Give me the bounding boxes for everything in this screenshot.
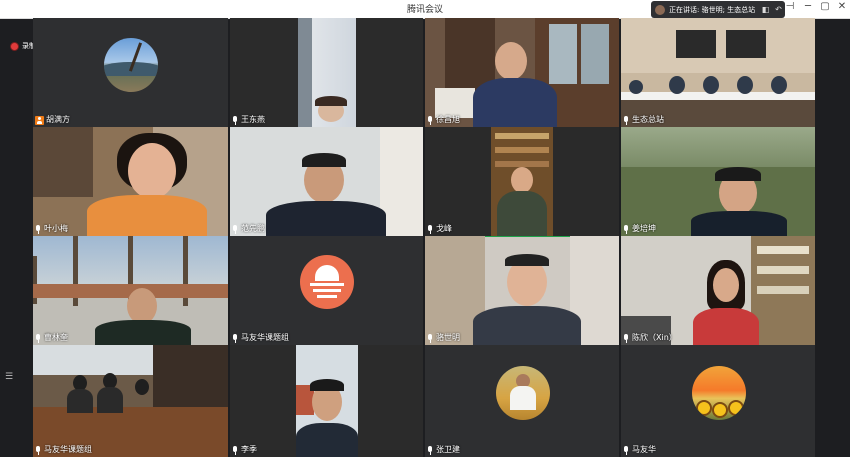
mic-icon (232, 333, 239, 343)
mic-icon (623, 224, 630, 234)
participant-name: 马友华 (623, 445, 656, 455)
participant-list-icon[interactable]: ☰ (5, 372, 13, 382)
participant-tile-active[interactable]: 骆世明 (425, 236, 619, 345)
mic-icon (623, 115, 630, 125)
participant-name: 姜培坤 (623, 224, 656, 234)
user-icon (35, 115, 44, 125)
participant-name: 胡满方 (35, 115, 70, 125)
avatar (300, 255, 354, 309)
participant-tile[interactable]: 姜培坤 (621, 127, 815, 236)
participant-name: 叶小梅 (35, 224, 68, 234)
mic-icon (427, 333, 434, 343)
participant-tile[interactable]: 马友华课题组 (33, 345, 228, 457)
participant-tile[interactable]: 徐昌旭 (425, 18, 619, 127)
participant-tile[interactable]: 李季 (230, 345, 423, 457)
video-grid: 胡满方 王东燕 徐昌旭 生态总站 叶小梅 范先鹏 戈峰 姜培坤 曹林奎 马友华课… (33, 18, 815, 457)
mic-icon (623, 333, 630, 343)
participant-name: 曹林奎 (35, 333, 68, 343)
mic-icon (35, 224, 42, 234)
speaking-indicator: 正在讲话: 骆世明; 生态总站 ◧ ↶ (651, 1, 785, 18)
mic-icon (232, 445, 239, 455)
participant-name: 陈欣（Xin） (623, 333, 677, 343)
participant-name: 张卫建 (427, 445, 460, 455)
minimize-icon[interactable]: ─ (801, 1, 815, 12)
participant-name: 骆世明 (427, 333, 460, 343)
participant-tile[interactable]: 戈峰 (425, 127, 619, 236)
maximize-icon[interactable]: ▢ (818, 1, 832, 12)
participant-tile[interactable]: 范先鹏 (230, 127, 423, 236)
participant-tile[interactable]: 马友华 (621, 345, 815, 457)
speaker-avatar (655, 4, 665, 15)
collapse-arrow-icon[interactable]: ↶ (772, 5, 785, 14)
mic-icon (232, 115, 239, 125)
video-feed (491, 127, 553, 236)
participant-name: 马友华课题组 (35, 445, 92, 455)
participant-tile[interactable]: 张卫建 (425, 345, 619, 457)
participant-name: 李季 (232, 445, 257, 455)
avatar (496, 366, 550, 420)
speaker-volume-icon[interactable]: ◧ (759, 5, 772, 14)
participant-name: 徐昌旭 (427, 115, 460, 125)
participant-tile[interactable]: 曹林奎 (33, 236, 228, 345)
mic-icon (623, 445, 630, 455)
avatar (104, 38, 158, 92)
participant-name: 范先鹏 (232, 224, 265, 234)
participant-tile[interactable]: 胡满方 (33, 18, 228, 127)
participant-name: 生态总站 (623, 115, 664, 125)
participant-name: 马友华课题组 (232, 333, 289, 343)
mic-icon (427, 115, 434, 125)
record-dot-icon (10, 41, 19, 51)
video-feed (298, 18, 356, 127)
speaking-text: 正在讲话: 骆世明; 生态总站 (669, 5, 756, 14)
participant-name: 戈峰 (427, 224, 452, 234)
participant-tile[interactable]: 马友华课题组 (230, 236, 423, 345)
video-feed (296, 345, 358, 457)
participant-tile[interactable]: 王东燕 (230, 18, 423, 127)
participant-tile[interactable]: 生态总站 (621, 18, 815, 127)
avatar (692, 366, 746, 420)
close-icon[interactable]: ✕ (835, 1, 849, 12)
mic-icon (35, 445, 42, 455)
pin-icon[interactable]: ⊣ (783, 1, 797, 12)
participant-tile[interactable]: 叶小梅 (33, 127, 228, 236)
participant-tile[interactable]: 陈欣（Xin） (621, 236, 815, 345)
mic-icon (427, 445, 434, 455)
mic-icon (35, 333, 42, 343)
participant-name: 王东燕 (232, 115, 265, 125)
mic-icon (427, 224, 434, 234)
mic-icon (232, 224, 239, 234)
